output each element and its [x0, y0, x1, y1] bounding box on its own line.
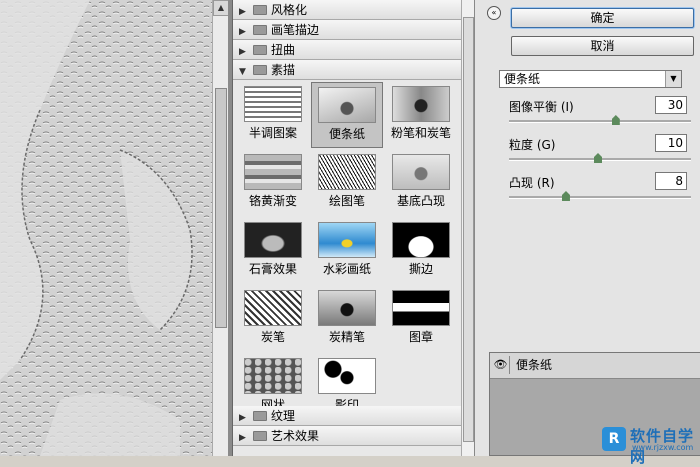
filter-thumbnail	[318, 290, 376, 326]
category-stylize[interactable]: ▶ 风格化	[233, 0, 474, 20]
filter-bas-relief[interactable]: 基底凸现	[385, 150, 457, 216]
param-graininess: 粒度 (G) 10	[509, 134, 695, 172]
effect-layer-row[interactable]: 👁 便条纸	[490, 353, 700, 379]
filter-label: 石膏效果	[248, 262, 297, 276]
param-label: 粒度 (G)	[509, 138, 556, 152]
expand-arrow-icon: ▶	[239, 7, 246, 17]
layer-name: 便条纸	[516, 358, 553, 372]
filter-charcoal[interactable]: 炭笔	[237, 286, 309, 352]
slider-track[interactable]	[509, 196, 691, 199]
expand-arrow-icon: ▶	[239, 47, 246, 57]
category-artistic[interactable]: ▶ 艺术效果	[233, 426, 461, 446]
ok-button[interactable]: 确定	[511, 8, 694, 28]
filter-thumbnail	[244, 86, 302, 122]
filter-thumbnail	[392, 222, 450, 258]
filter-stamp[interactable]: 图章	[385, 286, 457, 352]
folder-icon	[253, 411, 267, 421]
category-label: 素描	[271, 63, 296, 77]
slider-track[interactable]	[509, 120, 691, 123]
param-relief: 凸现 (R) 8	[509, 172, 695, 210]
filter-chrome[interactable]: 铬黄渐变	[237, 150, 309, 216]
filter-thumbnail	[318, 87, 376, 123]
filter-label: 铬黄渐变	[248, 194, 297, 208]
category-label: 风格化	[271, 3, 308, 17]
preview-scroll-thumb[interactable]	[215, 88, 227, 328]
category-label: 艺术效果	[271, 429, 320, 443]
filter-thumbnail	[318, 358, 376, 394]
slider-knob[interactable]	[611, 115, 620, 125]
expand-arrow-icon: ▶	[239, 413, 246, 423]
param-image-balance: 图像平衡 (I) 30	[509, 96, 695, 134]
param-value-field[interactable]: 10	[655, 134, 687, 152]
chevron-down-icon: ▼	[665, 71, 681, 87]
filter-thumbnail	[392, 290, 450, 326]
cancel-button[interactable]: 取消	[511, 36, 694, 56]
filter-settings-panel: « 确定 取消 便条纸 ▼ 图像平衡 (I) 30 粒度 (G) 10 凸现 (…	[474, 0, 700, 466]
category-label: 纹理	[271, 409, 296, 423]
category-texture[interactable]: ▶ 纹理	[233, 406, 461, 426]
expand-arrow-icon: ▶	[239, 27, 246, 37]
filter-graphic-pen[interactable]: 绘图笔	[311, 150, 383, 216]
filter-dropdown-value: 便条纸	[504, 72, 541, 86]
filter-list-scrollbar[interactable]	[461, 0, 475, 456]
filter-list-scroll-thumb[interactable]	[463, 17, 474, 442]
filter-dropdown[interactable]: 便条纸 ▼	[499, 70, 682, 88]
filter-thumbnail	[244, 222, 302, 258]
sketch-filter-grid: 半调图案 便条纸 粉笔和炭笔 铬黄渐变 绘图笔 基底凸现 石膏效果 水彩画纸 撕…	[233, 80, 474, 412]
filter-plaster[interactable]: 石膏效果	[237, 218, 309, 284]
filter-label: 水彩画纸	[322, 262, 371, 276]
eye-icon[interactable]: 👁	[492, 356, 510, 374]
category-brush-strokes[interactable]: ▶ 画笔描边	[233, 20, 474, 40]
filter-water-paper[interactable]: 水彩画纸	[311, 218, 383, 284]
expand-arrow-icon: ▶	[239, 433, 246, 443]
filter-label: 图章	[408, 330, 433, 344]
category-label: 扭曲	[271, 43, 296, 57]
filter-chalk-charcoal[interactable]: 粉笔和炭笔	[385, 82, 457, 148]
filter-label: 炭精笔	[328, 330, 365, 344]
collapse-gallery-icon[interactable]: «	[487, 6, 501, 20]
filter-label: 便条纸	[328, 127, 365, 141]
filter-thumbnail	[244, 358, 302, 394]
filter-thumbnail	[392, 86, 450, 122]
filter-conte-crayon[interactable]: 炭精笔	[311, 286, 383, 352]
preview-scrollbar[interactable]: ▲	[212, 0, 229, 456]
param-value-field[interactable]: 30	[655, 96, 687, 114]
param-value-field[interactable]: 8	[655, 172, 687, 190]
filter-gallery-list: ▶ 风格化 ▶ 画笔描边 ▶ 扭曲 ▼ 素描 半调图案 便条纸 粉笔和炭笔 铬黄渐变 绘…	[232, 0, 475, 456]
filter-label: 炭笔	[260, 330, 285, 344]
folder-icon	[253, 25, 267, 35]
folder-icon	[253, 5, 267, 15]
category-sketch[interactable]: ▼ 素描	[233, 60, 474, 80]
open-folder-icon	[253, 65, 267, 75]
category-distort[interactable]: ▶ 扭曲	[233, 40, 474, 60]
slider-knob[interactable]	[594, 153, 602, 163]
embossed-preview-image	[0, 0, 212, 456]
slider-knob[interactable]	[561, 191, 570, 201]
filter-halftone-pattern[interactable]: 半调图案	[237, 82, 309, 148]
filter-label: 基底凸现	[396, 194, 445, 208]
filter-thumbnail	[318, 222, 376, 258]
category-label: 画笔描边	[271, 23, 320, 37]
param-label: 凸现 (R)	[509, 176, 555, 190]
filter-thumbnail	[318, 154, 376, 190]
collapse-arrow-icon: ▼	[239, 67, 246, 77]
watermark-logo: R	[602, 427, 626, 451]
filter-label: 粉笔和炭笔	[390, 126, 451, 140]
watermark-url: www.rjzxw.com	[632, 443, 694, 452]
filter-thumbnail	[244, 290, 302, 326]
filter-label: 撕边	[408, 262, 433, 276]
filter-note-paper[interactable]: 便条纸	[311, 82, 383, 148]
param-label: 图像平衡 (I)	[509, 100, 574, 114]
filter-thumbnail	[244, 154, 302, 190]
scroll-up-arrow-icon[interactable]: ▲	[213, 0, 229, 16]
filter-label: 绘图笔	[328, 194, 365, 208]
effect-layers-panel: 👁 便条纸 R 软件自学网 www.rjzxw.com	[489, 352, 700, 466]
site-watermark: R 软件自学网 www.rjzxw.com	[602, 423, 700, 466]
filter-thumbnail	[392, 154, 450, 190]
filter-label: 半调图案	[248, 126, 297, 140]
filter-torn-edges[interactable]: 撕边	[385, 218, 457, 284]
preview-canvas[interactable]	[0, 0, 212, 456]
folder-icon	[253, 431, 267, 441]
folder-icon	[253, 45, 267, 55]
